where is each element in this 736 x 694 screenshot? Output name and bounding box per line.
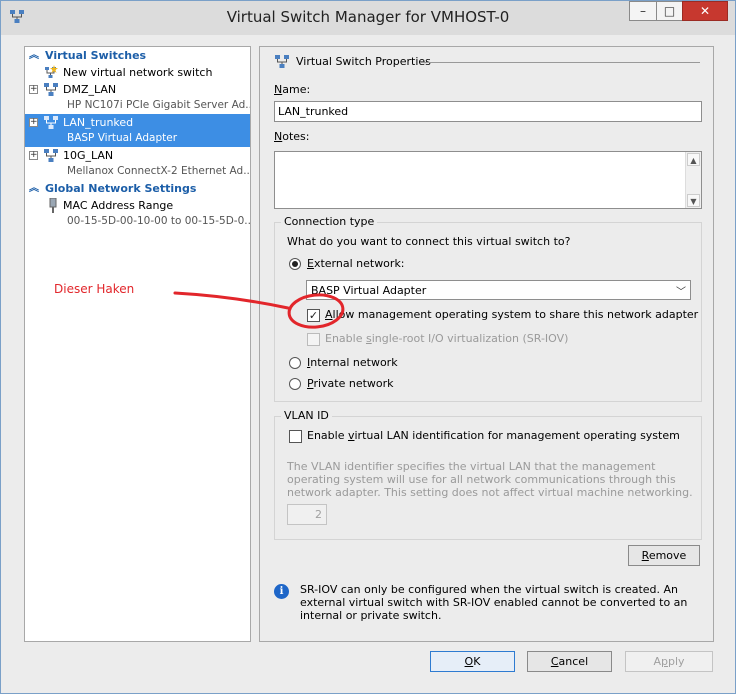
cancel-button[interactable]: Cancel bbox=[527, 651, 612, 672]
tree-node-lan-trunked[interactable]: + LAN_trunked BASP Virtual Adapter bbox=[25, 114, 250, 147]
internal-network-radio[interactable] bbox=[289, 357, 301, 369]
tree-item-dmz-lan[interactable]: + DMZ_LAN bbox=[25, 81, 250, 98]
vlan-id-input[interactable]: 2 bbox=[287, 504, 327, 525]
network-adapter-select[interactable]: BASP Virtual Adapter ﹀ bbox=[306, 280, 691, 300]
window-title: Virtual Switch Manager for VMHOST-0 bbox=[226, 8, 510, 26]
tree-item-subtitle: Mellanox ConnectX-2 Ethernet Ad... bbox=[67, 165, 250, 177]
expand-plus-icon[interactable]: + bbox=[29, 118, 38, 127]
chevron-down-icon: ﹀ bbox=[676, 287, 686, 298]
network-switch-icon bbox=[44, 116, 58, 129]
tree-item-subtitle: BASP Virtual Adapter bbox=[67, 132, 178, 144]
properties-pane: Virtual Switch Properties Name: LAN_trun… bbox=[259, 46, 714, 642]
tree-item-lan-trunked[interactable]: + LAN_trunked bbox=[25, 114, 250, 131]
sriov-info-text: SR-IOV can only be configured when the v… bbox=[300, 583, 688, 622]
apply-button[interactable]: Apply bbox=[625, 651, 713, 672]
switch-name-input[interactable]: LAN_trunked bbox=[274, 101, 702, 122]
expand-plus-icon[interactable]: + bbox=[29, 151, 38, 160]
close-button[interactable]: ✕ bbox=[682, 1, 728, 21]
notes-label: Notes: bbox=[274, 130, 310, 143]
section-header-global-network-settings[interactable]: ︽ Global Network Settings bbox=[25, 180, 250, 197]
notes-scrollbar[interactable]: ▲ ▼ bbox=[685, 152, 701, 208]
connection-type-legend: Connection type bbox=[281, 215, 378, 228]
title-bar: Virtual Switch Manager for VMHOST-0 – □ … bbox=[1, 1, 735, 35]
private-network-label[interactable]: Private network bbox=[307, 377, 394, 390]
maximize-button[interactable]: □ bbox=[656, 1, 682, 21]
vlan-description: The VLAN identifier specifies the virtua… bbox=[287, 460, 693, 499]
enable-vlan-label[interactable]: Enable virtual LAN identification for ma… bbox=[307, 429, 680, 442]
scroll-down-icon[interactable]: ▼ bbox=[687, 194, 700, 207]
navigation-tree: ︽ Virtual Switches New virtual network s… bbox=[24, 46, 251, 642]
tree-item-subtitle: 00-15-5D-00-10-00 to 00-15-5D-0... bbox=[67, 215, 250, 227]
private-network-radio[interactable] bbox=[289, 378, 301, 390]
notes-textarea[interactable]: ▲ ▼ bbox=[274, 151, 702, 209]
tree-item-mac-address-range[interactable]: MAC Address Range bbox=[25, 197, 250, 214]
external-network-label[interactable]: External network: bbox=[307, 257, 405, 270]
group-divider bbox=[420, 62, 700, 63]
tree-node-mac-address-range[interactable]: MAC Address Range 00-15-5D-00-10-00 to 0… bbox=[25, 197, 250, 230]
collapse-chevron-icon: ︽ bbox=[29, 183, 39, 194]
internal-network-label[interactable]: Internal network bbox=[307, 356, 398, 369]
connection-type-group: Connection type What do you want to conn… bbox=[274, 215, 702, 402]
network-switch-icon bbox=[275, 55, 289, 68]
scroll-up-icon[interactable]: ▲ bbox=[687, 153, 700, 166]
tree-item-subtitle: HP NC107i PCIe Gigabit Server Ad... bbox=[67, 99, 250, 111]
new-switch-icon bbox=[45, 65, 58, 78]
annotation-label: Dieser Haken bbox=[54, 282, 135, 296]
remove-button[interactable]: Remove bbox=[628, 545, 700, 566]
allow-management-os-checkbox[interactable]: ✓ bbox=[307, 309, 320, 322]
network-switch-icon bbox=[44, 149, 58, 162]
section-header-virtual-switches[interactable]: ︽ Virtual Switches bbox=[25, 47, 250, 64]
sriov-checkbox[interactable] bbox=[307, 333, 320, 346]
expand-plus-icon[interactable]: + bbox=[29, 85, 38, 94]
collapse-chevron-icon: ︽ bbox=[29, 50, 39, 61]
name-label: Name: bbox=[274, 83, 311, 96]
connection-question: What do you want to connect this virtual… bbox=[287, 235, 571, 248]
network-switch-icon bbox=[44, 83, 58, 96]
enable-vlan-checkbox[interactable] bbox=[289, 430, 302, 443]
sriov-label: Enable single-root I/O virtualization (S… bbox=[325, 332, 569, 345]
virtual-switch-manager-window: Virtual Switch Manager for VMHOST-0 – □ … bbox=[0, 0, 736, 694]
tree-node-dmz-lan[interactable]: + DMZ_LAN HP NC107i PCIe Gigabit Server … bbox=[25, 81, 250, 114]
info-icon: i bbox=[274, 584, 289, 599]
tree-item-10g-lan[interactable]: + 10G_LAN bbox=[25, 147, 250, 164]
minimize-button[interactable]: – bbox=[629, 1, 656, 21]
mac-address-icon bbox=[49, 198, 57, 213]
tree-item-new-virtual-network-switch[interactable]: New virtual network switch bbox=[25, 64, 250, 81]
allow-management-os-label[interactable]: Allow management operating system to sha… bbox=[325, 308, 698, 321]
vlan-id-legend: VLAN ID bbox=[281, 409, 332, 422]
tree-node-10g-lan[interactable]: + 10G_LAN Mellanox ConnectX-2 Ethernet A… bbox=[25, 147, 250, 180]
ok-button[interactable]: OK bbox=[430, 651, 515, 672]
external-network-radio[interactable] bbox=[289, 258, 301, 270]
